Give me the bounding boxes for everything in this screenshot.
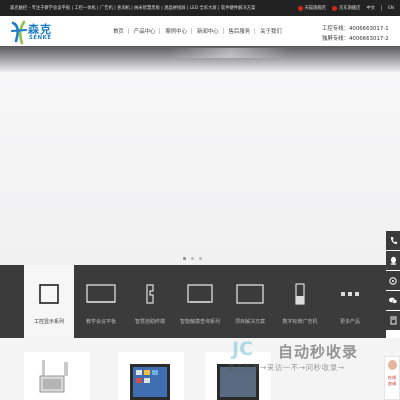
category-industrial-display[interactable]: 工控显示系列 bbox=[24, 265, 74, 338]
qq-icon[interactable] bbox=[386, 251, 400, 270]
category-label: 智能触摸查询系列 bbox=[179, 319, 220, 325]
category-digital-signage[interactable]: 数字标牌广告机 bbox=[275, 265, 325, 338]
nav-label: 售后服务 bbox=[228, 29, 251, 35]
top-announcement-bar: 森克触控 - 专注于教学会议平板 | 工控一体机 | 广告机 | 查询机 | 纳… bbox=[0, 0, 400, 16]
flat-panel-icon bbox=[86, 284, 116, 303]
product-category-strip: 工控显示系列 教学会议平板 智慧自助终端 智能触摸查询系列 项目解决方案 数字标… bbox=[0, 265, 386, 338]
kiosk-icon bbox=[146, 284, 154, 304]
tmall-store-link[interactable]: 天猫旗舰店 bbox=[297, 5, 326, 11]
nav-label: 产品中心 bbox=[133, 29, 156, 35]
nav-item-cases[interactable]: 案例中心 bbox=[160, 16, 192, 46]
wechat-icon[interactable] bbox=[386, 291, 400, 310]
top-bar-links: 天猫旗舰店 京东旗舰店 中文 EN bbox=[297, 3, 394, 13]
category-label: 更多产品 bbox=[339, 319, 360, 325]
watermark-overlay: JC 自动秒收录 森工培养→来访一不→问秒收录→ bbox=[224, 338, 400, 400]
product-image bbox=[39, 360, 68, 393]
online-service-button[interactable]: 在线 咨询 bbox=[384, 356, 400, 400]
nav-item-news[interactable]: 新闻中心 bbox=[192, 16, 224, 46]
chat-icon[interactable] bbox=[386, 271, 400, 290]
category-touch-query[interactable]: 智能触摸查询系列 bbox=[175, 265, 225, 338]
logo-text-en: SENKE bbox=[29, 35, 52, 41]
product-card[interactable] bbox=[24, 352, 90, 400]
product-card[interactable] bbox=[118, 352, 184, 400]
carousel-dot[interactable] bbox=[199, 257, 202, 260]
service-avatar bbox=[388, 360, 397, 370]
nav-label: 新闻中心 bbox=[196, 29, 219, 35]
category-label: 智慧自助终端 bbox=[134, 319, 165, 325]
lang-divider bbox=[381, 5, 383, 11]
jd-store-link[interactable]: 京东旗舰店 bbox=[331, 5, 361, 11]
display-hotline: 独屏专线：4006663017-2 bbox=[322, 36, 389, 42]
product-image bbox=[130, 364, 170, 400]
category-label: 数字标牌广告机 bbox=[282, 319, 318, 325]
phone-icon[interactable] bbox=[386, 231, 400, 250]
lang-cn-link[interactable]: 中文 bbox=[366, 5, 375, 11]
nav-item-products[interactable]: 产品中心 bbox=[129, 16, 161, 46]
tmall-store-label: 天猫旗舰店 bbox=[304, 6, 326, 11]
watermark-logo: JC bbox=[232, 338, 254, 360]
hero-banner-image bbox=[0, 46, 400, 72]
more-icon bbox=[341, 292, 359, 296]
up-icon[interactable] bbox=[386, 311, 400, 330]
nav-label: 关于我们 bbox=[260, 29, 282, 35]
tagline: 森克触控 - 专注于教学会议平板 | 工控一体机 | 广告机 | 查询机 | 纳… bbox=[10, 6, 256, 11]
nav-label: 首页 bbox=[113, 29, 124, 35]
carousel-dot[interactable] bbox=[191, 257, 194, 260]
monitor-icon bbox=[39, 284, 59, 304]
solution-icon bbox=[236, 284, 264, 304]
hero-banner[interactable] bbox=[0, 46, 400, 265]
senke-logo-mark-icon bbox=[11, 20, 27, 45]
category-label: 项目解决方案 bbox=[234, 319, 265, 325]
category-teaching-panel[interactable]: 教学会议平板 bbox=[76, 265, 126, 338]
service-label-line2: 咨询 bbox=[387, 381, 397, 386]
senke-logo[interactable]: 森克 SENKE bbox=[10, 17, 66, 45]
nav-item-service[interactable]: 售后服务 bbox=[224, 16, 256, 46]
touch-query-icon bbox=[187, 284, 213, 303]
nav-item-about[interactable]: 关于我们 bbox=[255, 16, 287, 46]
carousel-dot[interactable] bbox=[183, 257, 186, 260]
nav-item-home[interactable]: 首页 bbox=[108, 16, 129, 46]
tmall-icon bbox=[297, 5, 303, 11]
jd-store-label: 京东旗舰店 bbox=[338, 6, 361, 11]
industrial-hotline: 工控专线：4006663017-1 bbox=[322, 26, 389, 32]
category-label: 工控显示系列 bbox=[33, 319, 64, 325]
hotline-numbers: 工控专线：4006663017-1 独屏专线：4006663017-2 bbox=[322, 24, 389, 44]
lang-en-link[interactable]: EN bbox=[388, 6, 394, 11]
nav-label: 案例中心 bbox=[165, 29, 187, 35]
hero-light-streak bbox=[168, 48, 292, 58]
jd-icon bbox=[331, 5, 337, 11]
carousel-dots bbox=[183, 257, 202, 260]
watermark-subtitle: 森工培养→来访一不→问秒收录→ bbox=[228, 363, 345, 372]
signage-icon bbox=[295, 283, 305, 305]
watermark-title: 自动秒收录 bbox=[278, 343, 359, 361]
category-kiosk[interactable]: 智慧自助终端 bbox=[125, 265, 175, 338]
category-label: 教学会议平板 bbox=[85, 319, 116, 325]
category-solutions[interactable]: 项目解决方案 bbox=[225, 265, 275, 338]
floating-toolbar bbox=[386, 231, 400, 331]
category-more[interactable]: 更多产品 bbox=[325, 265, 375, 338]
site-header: 森克 SENKE 首页 产品中心 案例中心 新闻中心 售后服务 关于我们 工控专… bbox=[0, 16, 400, 46]
main-nav: 首页 产品中心 案例中心 新闻中心 售后服务 关于我们 bbox=[108, 16, 287, 46]
